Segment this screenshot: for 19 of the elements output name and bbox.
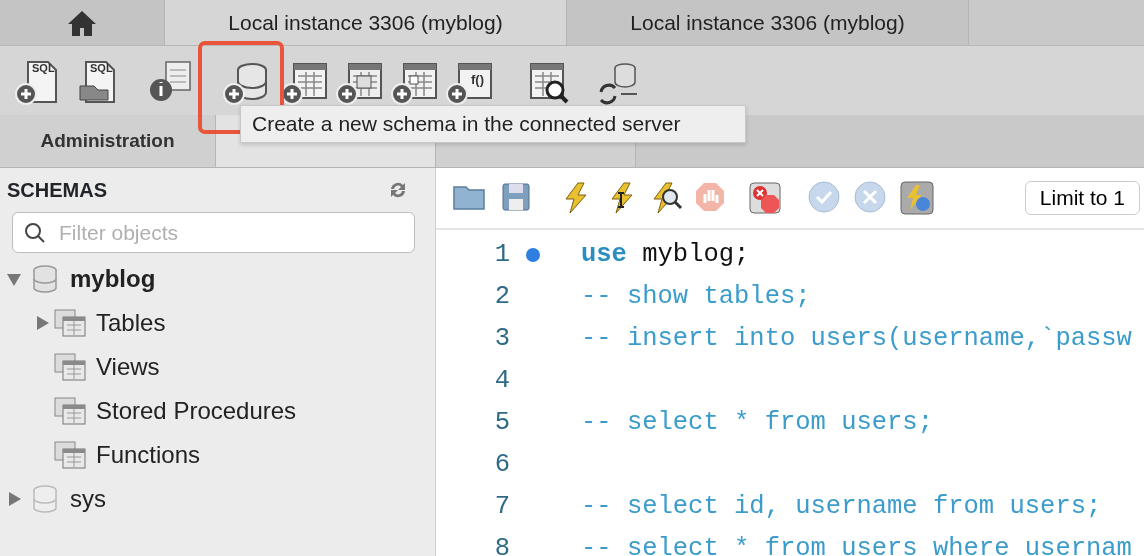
line-number: 8 xyxy=(493,532,510,556)
sidebar-title: SCHEMAS xyxy=(7,178,107,203)
code-line: use myblog; xyxy=(581,238,750,271)
line-number: 1 xyxy=(493,238,510,271)
code-line: -- show tables; xyxy=(581,280,811,313)
code-line: -- select id, username from users; xyxy=(581,490,1102,523)
line-number: 5 xyxy=(493,406,510,439)
code-line: -- select * from users where usernam xyxy=(581,532,1132,556)
icon-glyph: SQL xyxy=(32,62,55,74)
line-number: 4 xyxy=(493,364,510,397)
tooltip: Create a new schema in the connected server xyxy=(240,105,746,143)
icon-glyph: f() xyxy=(471,72,484,86)
line-number: 6 xyxy=(493,448,510,481)
line-number: 3 xyxy=(493,322,510,355)
line-number: 2 xyxy=(493,280,510,313)
line-number: 7 xyxy=(493,490,510,523)
code-line: -- select * from users; xyxy=(581,406,933,439)
code-line: -- insert into users(username,`passw xyxy=(581,322,1132,355)
icon-glyph: SQL xyxy=(90,62,113,74)
